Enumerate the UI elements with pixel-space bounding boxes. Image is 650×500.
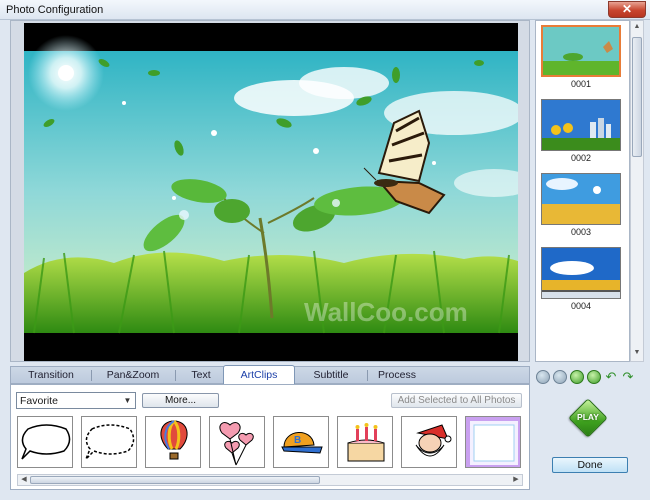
tab-panzoom[interactable]: Pan&Zoom: [95, 368, 171, 383]
window-title: Photo Configuration: [6, 4, 104, 16]
thumbnail-image: [541, 99, 621, 151]
tab-divider: [91, 370, 92, 381]
thumbnail-label: 0003: [570, 227, 592, 237]
thumbnail-image: [541, 247, 621, 299]
tab-process[interactable]: Process: [371, 368, 423, 383]
thumbnail-list: 0001 0002 0003 0004: [535, 20, 630, 362]
close-button[interactable]: ✕: [608, 1, 646, 18]
thumbnail-image: [541, 25, 621, 77]
thumbnail-scrollbar[interactable]: ▲ ▼: [630, 20, 644, 362]
thumbnail-item[interactable]: 0001: [540, 24, 622, 89]
thumbnail-item[interactable]: 0002: [540, 98, 622, 163]
artclips-panel: Favorite ▼ More... Add Selected to All P…: [10, 384, 530, 490]
thumbnail-item[interactable]: 0004: [540, 246, 622, 311]
scroll-down-arrow-icon[interactable]: ▼: [633, 349, 641, 359]
play-label: PLAY: [577, 412, 599, 422]
artclip-birthday-cake[interactable]: [337, 416, 393, 468]
previous-photo-icon[interactable]: [553, 370, 567, 384]
tab-text[interactable]: Text: [179, 368, 223, 383]
artclip-heart-balloons[interactable]: [209, 416, 265, 468]
add-selected-to-all-button[interactable]: Add Selected to All Photos: [391, 393, 522, 408]
tab-divider: [367, 370, 368, 381]
first-photo-icon[interactable]: [536, 370, 550, 384]
photo-preview: WallCoo.com: [24, 23, 518, 361]
rotate-right-icon[interactable]: ↷: [620, 370, 636, 384]
artclip-gallery: B: [17, 416, 523, 470]
scroll-thumb[interactable]: [30, 476, 320, 484]
artclip-baseball-cap[interactable]: B: [273, 416, 329, 468]
chevron-down-icon[interactable]: ▼: [121, 394, 134, 407]
artclip-frame-border[interactable]: [465, 416, 521, 468]
scroll-left-arrow-icon[interactable]: ◀: [19, 475, 29, 483]
tab-artclips[interactable]: ArtClips: [223, 365, 295, 384]
title-bar: Photo Configuration ✕: [0, 0, 650, 20]
tab-subtitle[interactable]: Subtitle: [299, 368, 363, 383]
rotate-left-icon[interactable]: ↶: [603, 370, 619, 384]
thumbnail-label: 0002: [570, 153, 592, 163]
artclip-dashed-speech-bubble[interactable]: [81, 416, 137, 468]
thumbnail-label: 0001: [570, 79, 592, 89]
thumbnail-item[interactable]: 0003: [540, 172, 622, 237]
artclip-hot-air-balloon[interactable]: [145, 416, 201, 468]
next-photo-icon[interactable]: [587, 370, 601, 384]
watermark-text: WallCoo.com: [304, 297, 468, 327]
tab-divider: [175, 370, 176, 381]
play-preview-icon[interactable]: [570, 370, 584, 384]
category-select[interactable]: Favorite ▼: [16, 392, 136, 409]
artclip-speech-bubble[interactable]: [17, 416, 73, 468]
scroll-thumb[interactable]: [632, 37, 642, 157]
svg-text:B: B: [294, 435, 301, 446]
thumbnail-image: [541, 173, 621, 225]
artclip-santa-claus[interactable]: [401, 416, 457, 468]
scroll-right-arrow-icon[interactable]: ▶: [511, 475, 521, 483]
done-button[interactable]: Done: [552, 457, 628, 473]
thumbnail-controls: ↶ ↷: [536, 370, 636, 386]
play-button[interactable]: PLAY: [566, 398, 610, 442]
thumbnail-label: 0004: [570, 301, 592, 311]
scroll-up-arrow-icon[interactable]: ▲: [633, 23, 641, 33]
category-select-value: Favorite: [20, 395, 58, 407]
more-button[interactable]: More...: [142, 393, 219, 408]
artclip-scrollbar[interactable]: ◀ ▶: [17, 474, 523, 486]
tab-bar: Transition Pan&Zoom Text ArtClips Subtit…: [10, 365, 530, 384]
tab-transition[interactable]: Transition: [17, 368, 85, 383]
